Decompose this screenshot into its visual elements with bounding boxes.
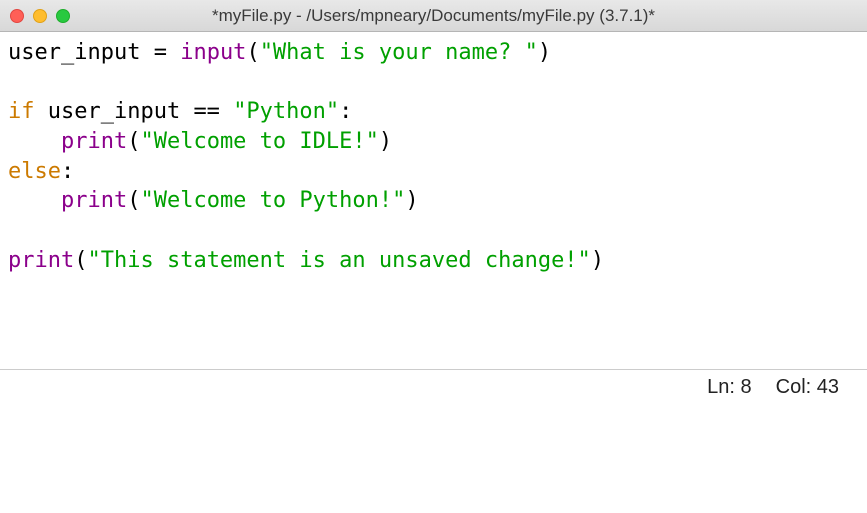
code-token: ) — [591, 248, 604, 273]
code-token: "Welcome to Python!" — [140, 188, 405, 213]
code-editor[interactable]: user_input = input("What is your name? "… — [0, 32, 867, 370]
code-token: ) — [379, 129, 392, 154]
code-token: print — [8, 248, 74, 273]
code-token: "This statement is an unsaved change!" — [87, 248, 590, 273]
code-token: user_input == — [35, 99, 234, 124]
code-token — [8, 188, 61, 213]
code-line[interactable]: print("Welcome to IDLE!") — [8, 127, 859, 157]
code-token: "Python" — [233, 99, 339, 124]
code-token: print — [61, 129, 127, 154]
code-token: ( — [127, 129, 140, 154]
zoom-icon[interactable] — [56, 9, 70, 23]
code-token: ( — [74, 248, 87, 273]
code-token: ( — [246, 40, 259, 65]
code-line[interactable]: user_input = input("What is your name? "… — [8, 38, 859, 68]
code-line[interactable]: print("Welcome to Python!") — [8, 186, 859, 216]
code-line[interactable] — [8, 216, 859, 246]
code-line[interactable]: else: — [8, 157, 859, 187]
code-token: : — [339, 99, 352, 124]
code-token — [8, 129, 61, 154]
code-token: : — [61, 159, 74, 184]
window-controls — [10, 9, 70, 23]
window-title: *myFile.py - /Users/mpneary/Documents/my… — [0, 6, 867, 26]
minimize-icon[interactable] — [33, 9, 47, 23]
code-line[interactable]: if user_input == "Python": — [8, 97, 859, 127]
code-line[interactable]: print("This statement is an unsaved chan… — [8, 246, 859, 276]
code-token: "What is your name? " — [260, 40, 538, 65]
line-indicator: Ln: 8 — [707, 376, 751, 399]
close-icon[interactable] — [10, 9, 24, 23]
code-token: else — [8, 159, 61, 184]
code-token: "Welcome to IDLE!" — [140, 129, 378, 154]
col-indicator: Col: 43 — [776, 376, 839, 399]
code-token: = — [140, 40, 180, 65]
code-line[interactable] — [8, 68, 859, 98]
code-token: user_input — [8, 40, 140, 65]
status-bar: Ln: 8 Col: 43 — [0, 370, 867, 405]
code-token: ) — [538, 40, 551, 65]
code-token: input — [180, 40, 246, 65]
code-token: ) — [405, 188, 418, 213]
titlebar: *myFile.py - /Users/mpneary/Documents/my… — [0, 0, 867, 32]
code-token: ( — [127, 188, 140, 213]
code-token: print — [61, 188, 127, 213]
code-token: if — [8, 99, 35, 124]
